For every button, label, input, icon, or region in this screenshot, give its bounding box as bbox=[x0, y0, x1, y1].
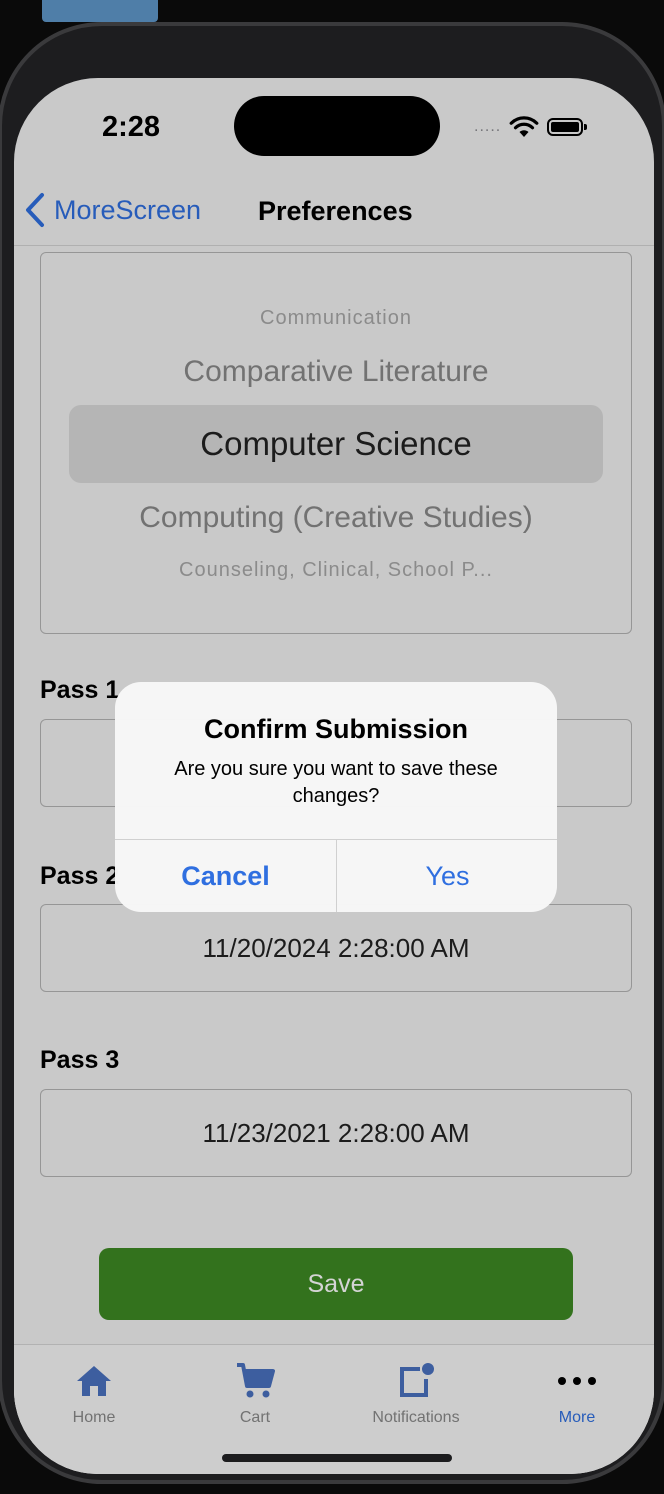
app-screen: 2:28 ..... MoreScreen Preferences Commun… bbox=[14, 78, 654, 1474]
cancel-button[interactable]: Cancel bbox=[115, 840, 336, 912]
home-indicator[interactable] bbox=[222, 1454, 452, 1462]
yes-button[interactable]: Yes bbox=[337, 840, 557, 912]
dialog-message: Are you sure you want to save these chan… bbox=[174, 758, 498, 807]
confirm-dialog: Confirm Submission Are you sure you want… bbox=[115, 682, 557, 912]
phone-frame: 2:28 ..... MoreScreen Preferences Commun… bbox=[0, 22, 664, 1484]
background-window-tab bbox=[42, 0, 158, 22]
dialog-title: Confirm Submission bbox=[203, 714, 468, 744]
